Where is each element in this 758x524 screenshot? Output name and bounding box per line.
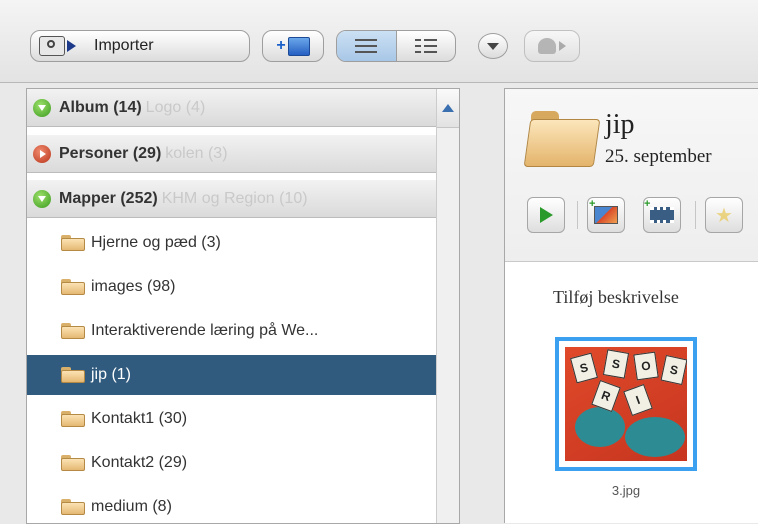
view-toggle-group xyxy=(336,30,456,62)
photo-letter-card: S xyxy=(602,349,630,379)
folder-icon xyxy=(61,367,85,383)
album-header: jip 25. september ★ xyxy=(505,89,758,262)
folder-icon xyxy=(61,455,85,471)
folder-label: Kontakt2 (29) xyxy=(91,454,188,471)
album-detail-panel: jip 25. september ★ Tilføj beskrivelse S… xyxy=(504,88,758,523)
star-button[interactable]: ★ xyxy=(705,197,743,233)
camera-icon xyxy=(39,36,65,56)
list-view-button[interactable] xyxy=(337,31,396,61)
section-mapper[interactable]: Mapper (252) KHM og Region (10) xyxy=(27,180,457,218)
folder-icon xyxy=(61,279,85,295)
folder-item-selected[interactable]: jip (1) xyxy=(27,355,457,395)
folder-item[interactable]: Kontakt2 (29) xyxy=(27,443,457,483)
play-arrow-icon xyxy=(559,41,566,51)
chevron-down-icon xyxy=(487,42,499,50)
photo-filename: 3.jpg xyxy=(611,483,641,498)
section-album[interactable]: Album (14) Logo (4) xyxy=(27,89,457,127)
folder-label: Hjerne og pæd (3) xyxy=(91,234,221,251)
section-personer-hidden-text: kolen (3) xyxy=(165,144,228,162)
detail-view-button[interactable] xyxy=(395,31,456,61)
toolbar-divider xyxy=(577,201,578,229)
section-album-hidden-text: Logo (4) xyxy=(145,98,206,116)
toolbar-divider xyxy=(695,201,696,229)
folder-label: medium (8) xyxy=(91,498,172,515)
photo-letter-card: S xyxy=(660,354,687,386)
scroll-up-icon[interactable] xyxy=(437,89,459,128)
plus-icon: + xyxy=(276,37,286,54)
album-title: jip xyxy=(605,109,635,140)
play-arrow-icon xyxy=(67,40,76,52)
expand-toggle-icon[interactable] xyxy=(33,189,51,208)
photo-letter-card: I xyxy=(623,384,653,416)
folder-label: jip (1) xyxy=(91,366,132,383)
add-album-button[interactable]: + xyxy=(262,30,324,62)
folder-item[interactable]: Kontakt1 (30) xyxy=(27,399,457,439)
photo-hand-shape xyxy=(575,407,625,447)
photo-thumbnail[interactable]: S S O S R I xyxy=(555,337,697,471)
import-label: Importer xyxy=(94,37,154,54)
play-icon xyxy=(539,207,553,223)
star-icon: ★ xyxy=(715,204,733,227)
slideshow-button[interactable] xyxy=(527,197,565,233)
sidebar-scrollbar[interactable] xyxy=(436,89,459,523)
toolbar: Importer + xyxy=(0,0,758,83)
folder-icon xyxy=(61,323,85,339)
collapse-toggle-icon[interactable] xyxy=(33,144,51,163)
section-mapper-label: Mapper (252) xyxy=(59,189,158,207)
folder-label: Interaktiverende læring på We... xyxy=(91,322,319,339)
section-personer-label: Personer (29) xyxy=(59,144,162,162)
add-photo-icon xyxy=(589,198,618,224)
section-mapper-hidden-text: KHM og Region (10) xyxy=(161,189,308,207)
import-button[interactable]: Importer xyxy=(30,30,250,62)
photo-letter-card: O xyxy=(633,351,659,381)
folder-label: Kontakt1 (30) xyxy=(91,410,188,427)
sidebar: Album (14) Logo (4) Personer (29) kolen … xyxy=(26,88,460,524)
share-button[interactable] xyxy=(524,30,580,62)
folder-item[interactable]: Interaktiverende læring på We... xyxy=(27,311,457,351)
folder-item[interactable]: images (98) xyxy=(27,267,457,307)
section-album-label: Album (14) xyxy=(59,98,142,116)
add-movie-icon xyxy=(644,198,674,223)
folder-label: images (98) xyxy=(91,278,176,295)
album-icon xyxy=(287,36,310,56)
photo-hand-shape xyxy=(625,417,685,457)
folder-icon xyxy=(523,111,601,167)
album-date: 25. september xyxy=(605,146,712,167)
folder-icon xyxy=(61,235,85,251)
section-personer[interactable]: Personer (29) kolen (3) xyxy=(27,135,457,173)
create-movie-button[interactable] xyxy=(643,197,681,233)
more-options-button[interactable] xyxy=(478,33,508,59)
add-description-field[interactable]: Tilføj beskrivelse xyxy=(553,287,679,308)
photo-letter-card: S xyxy=(570,352,598,384)
list-view-icon xyxy=(355,38,378,54)
photo-image: S S O S R I xyxy=(565,347,687,461)
folder-icon xyxy=(61,411,85,427)
expand-toggle-icon[interactable] xyxy=(33,98,51,117)
add-to-collage-button[interactable] xyxy=(587,197,625,233)
detail-view-icon xyxy=(414,38,437,54)
share-icon xyxy=(538,38,556,54)
folder-icon xyxy=(61,499,85,515)
folder-item[interactable]: Hjerne og pæd (3) xyxy=(27,223,457,263)
folder-item[interactable]: medium (8) xyxy=(27,487,457,523)
